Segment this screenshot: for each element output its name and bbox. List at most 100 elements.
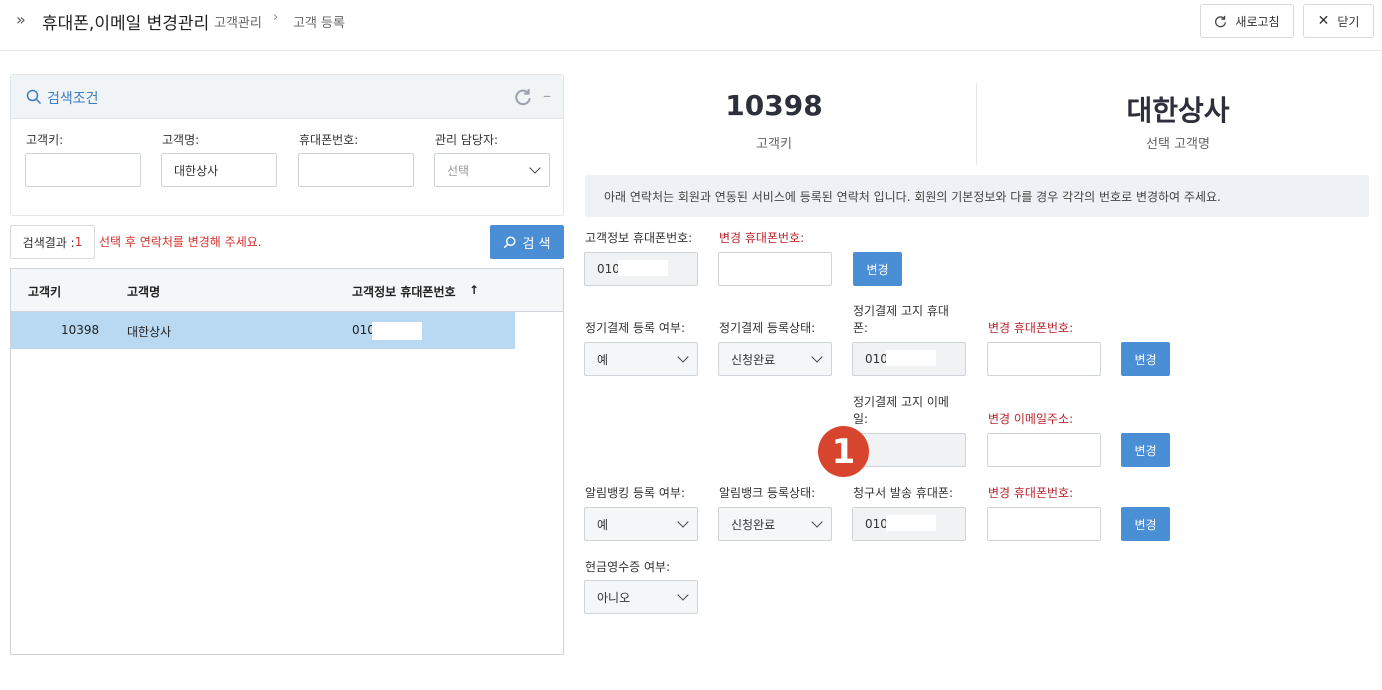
alimbank-status-label: 알림뱅크 등록상태: [719, 486, 816, 500]
change-phone-label: 변경 휴대폰번호: [988, 486, 1074, 500]
double-chevron-icon[interactable]: » [16, 10, 26, 29]
search-button[interactable]: 검 색 [490, 225, 564, 259]
change-phone-input[interactable] [987, 507, 1101, 541]
grid-header: 고객키 고객명 고객정보 휴대폰번호 ↑ [11, 269, 563, 312]
recurring-status-select[interactable]: 신청완료 [718, 342, 832, 376]
redaction-mask [886, 515, 936, 531]
chevron-down-icon [677, 351, 689, 363]
refresh-icon [1215, 15, 1227, 27]
change-button[interactable]: 변경 [1121, 342, 1170, 376]
alimbank-status-value: 신청완료 [731, 517, 776, 532]
close-button[interactable]: ✕ 닫기 [1303, 4, 1374, 38]
recurring-reg-label: 정기결제 등록 여부: [585, 321, 685, 335]
cell-customer-key: 10398 [61, 323, 100, 337]
customer-grid: 고객키 고객명 고객정보 휴대폰번호 ↑ 10398 대한상사 010 [10, 268, 564, 655]
refresh-icon[interactable] [514, 88, 532, 106]
change-phone-label: 변경 휴대폰번호: [719, 231, 805, 245]
change-phone-input[interactable] [987, 342, 1101, 376]
column-header[interactable]: 고객명 [127, 283, 160, 300]
summary-customer-key: 10398 [725, 89, 823, 122]
chevron-down-icon [529, 162, 541, 174]
change-phone-input[interactable] [718, 252, 832, 286]
change-button[interactable]: 변경 [1121, 507, 1170, 541]
breadcrumb-separator-icon: › [273, 10, 279, 25]
chevron-down-icon [677, 516, 689, 528]
alimbank-reg-label: 알림뱅킹 등록 여부: [585, 486, 685, 500]
recurring-notice-email-label: 일: [853, 412, 869, 426]
recurring-status-label: 정기결제 등록상태: [719, 321, 816, 335]
search-button-label: 검 색 [522, 236, 551, 252]
customer-key-input[interactable] [25, 153, 141, 187]
search-result-count: 검색결과 :1 [10, 225, 95, 259]
phone-label: 휴대폰번호: [299, 133, 359, 147]
recurring-reg-value: 예 [597, 352, 609, 367]
refresh-label: 새로고침 [1235, 14, 1280, 29]
recurring-notice-email-label: 정기결제 고지 이메 [853, 395, 949, 409]
cash-receipt-value: 아니오 [597, 590, 631, 605]
manager-select-value: 선택 [447, 163, 470, 178]
info-phone-value: 010 [597, 262, 620, 276]
chevron-down-icon [811, 351, 823, 363]
breadcrumb-item[interactable]: 고객 등록 [293, 12, 345, 31]
search-conditions-panel: 검색조건 – 고객키: 고객명: 대한상사 휴대폰번호: 관리 담당자: 선택 [10, 74, 564, 216]
redaction-mask [886, 350, 936, 366]
recurring-notice-phone-label: 정기결제 고지 휴대 [853, 304, 949, 318]
chevron-down-icon [677, 589, 689, 601]
close-label: 닫기 [1337, 14, 1360, 29]
close-icon: ✕ [1317, 13, 1330, 29]
summary-customer-key-label: 고객키 [756, 137, 792, 152]
result-label: 검색결과 : [22, 235, 75, 250]
summary-customer-name-label: 선택 고객명 [1146, 137, 1210, 152]
customer-key-label: 고객키: [26, 133, 64, 147]
change-phone-label: 변경 휴대폰번호: [988, 321, 1074, 335]
alimbank-status-select[interactable]: 신청완료 [718, 507, 832, 541]
customer-name-input[interactable]: 대한상사 [161, 153, 277, 187]
recurring-notice-phone-value: 010 [865, 352, 888, 366]
result-hint: 선택 후 연락처를 변경해 주세요. [99, 235, 262, 249]
change-button[interactable]: 변경 [853, 252, 902, 286]
recurring-notice-phone-field: 010 [852, 342, 966, 376]
cash-receipt-label: 현금영수증 여부: [585, 560, 671, 574]
recurring-status-value: 신청완료 [731, 352, 776, 367]
recurring-notice-email-field [852, 433, 966, 467]
notice-banner: 아래 연락처는 회원과 연동된 서비스에 등록된 연락처 입니다. 회원의 기본… [585, 175, 1369, 217]
column-header[interactable]: 고객키 [28, 283, 61, 300]
step-badge: 1 [818, 426, 869, 477]
manager-select[interactable]: 선택 [434, 153, 550, 187]
phone-input[interactable] [298, 153, 414, 187]
alimbank-reg-select[interactable]: 예 [584, 507, 698, 541]
collapse-icon[interactable]: – [543, 86, 551, 105]
change-button[interactable]: 변경 [1121, 433, 1170, 467]
search-icon [26, 89, 42, 105]
invoice-phone-value: 010 [865, 517, 888, 531]
customer-name-label: 고객명: [162, 133, 200, 147]
summary-customer-name: 대한상사 [1126, 94, 1230, 127]
redaction-mask [618, 260, 668, 276]
change-email-input[interactable] [987, 433, 1101, 467]
cash-receipt-select[interactable]: 아니오 [584, 580, 698, 614]
panel-header: 검색조건 – [11, 75, 563, 119]
info-phone-label: 고객정보 휴대폰번호: [585, 231, 693, 245]
alimbank-reg-value: 예 [597, 517, 609, 532]
sort-ascending-icon[interactable]: ↑ [469, 283, 479, 297]
change-email-label: 변경 이메일주소: [988, 412, 1074, 426]
recurring-notice-phone-label: 폰: [853, 321, 869, 335]
panel-title: 검색조건 [47, 91, 99, 107]
cell-customer-name: 대한상사 [127, 325, 172, 339]
divider [976, 83, 977, 165]
manager-label: 관리 담당자: [435, 133, 499, 147]
search-icon [504, 235, 516, 248]
breadcrumb-item[interactable]: 고객관리 [214, 12, 262, 31]
table-row[interactable]: 10398 대한상사 010 [11, 312, 515, 349]
result-count: 1 [74, 235, 83, 249]
chevron-down-icon [811, 516, 823, 528]
invoice-phone-field: 010 [852, 507, 966, 541]
recurring-reg-select[interactable]: 예 [584, 342, 698, 376]
info-phone-field: 010 [584, 252, 698, 286]
invoice-phone-label: 청구서 발송 휴대폰: [853, 486, 953, 500]
column-header[interactable]: 고객정보 휴대폰번호 [352, 283, 456, 300]
refresh-button[interactable]: 새로고침 [1200, 4, 1294, 38]
redaction-mask [372, 322, 422, 340]
top-bar: » 휴대폰,이메일 변경관리 고객관리 › 고객 등록 새로고침 ✕ 닫기 [0, 0, 1382, 51]
page-title: 휴대폰,이메일 변경관리 [42, 14, 210, 34]
